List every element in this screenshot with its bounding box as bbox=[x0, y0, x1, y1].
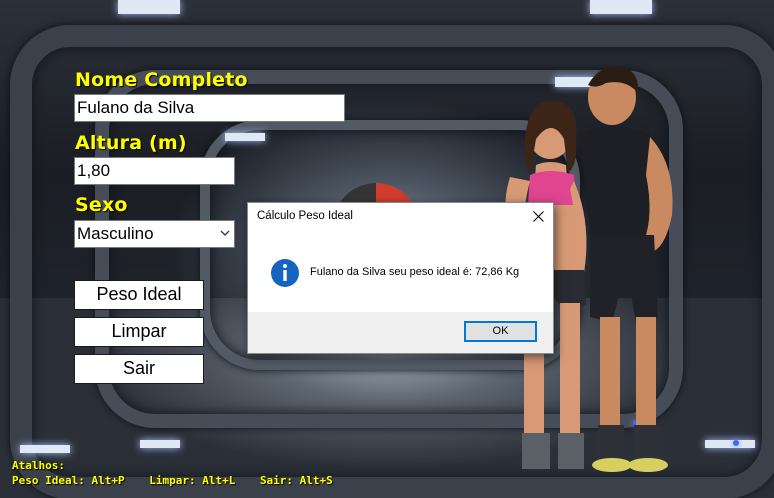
ceiling-light bbox=[225, 133, 265, 141]
sex-select[interactable]: Masculino bbox=[74, 220, 235, 248]
shortcut-clear: Limpar: Alt+L bbox=[149, 474, 236, 487]
shortcuts-title: Atalhos: bbox=[12, 459, 65, 472]
shortcuts-panel: Atalhos: Peso Ideal: Alt+P Limpar: Alt+L… bbox=[12, 458, 351, 488]
shortcuts-list: Peso Ideal: Alt+P Limpar: Alt+L Sair: Al… bbox=[12, 473, 351, 488]
info-icon bbox=[271, 259, 299, 287]
ceiling-light bbox=[118, 0, 180, 14]
dialog-footer: OK bbox=[248, 312, 553, 353]
height-input[interactable]: 1,80 bbox=[74, 157, 235, 185]
close-button[interactable] bbox=[523, 203, 553, 230]
blue-led bbox=[733, 440, 739, 446]
floor-light bbox=[140, 440, 180, 448]
floor-light bbox=[20, 445, 70, 453]
close-icon bbox=[533, 211, 544, 222]
sex-label: Sexo bbox=[75, 194, 128, 216]
name-input[interactable]: Fulano da Silva bbox=[74, 94, 345, 122]
shortcut-exit: Sair: Alt+S bbox=[259, 474, 333, 487]
exit-button[interactable]: Sair bbox=[74, 354, 204, 384]
ceiling-light bbox=[590, 0, 652, 14]
name-label: Nome Completo bbox=[75, 69, 248, 91]
ok-button[interactable]: OK bbox=[464, 321, 537, 342]
shortcut-ideal-weight: Peso Ideal: Alt+P bbox=[12, 474, 125, 487]
sex-select-value: Masculino bbox=[77, 224, 154, 243]
message-dialog: Cálculo Peso Ideal Fulano da Silva seu p… bbox=[247, 202, 554, 354]
dialog-titlebar[interactable]: Cálculo Peso Ideal bbox=[248, 203, 553, 230]
chevron-down-icon bbox=[220, 230, 230, 236]
clear-button[interactable]: Limpar bbox=[74, 317, 204, 347]
ideal-weight-button[interactable]: Peso Ideal bbox=[74, 280, 204, 310]
floor-light bbox=[705, 440, 755, 448]
height-label: Altura (m) bbox=[75, 132, 187, 154]
dialog-message: Fulano da Silva seu peso ideal é: 72,86 … bbox=[310, 266, 520, 278]
dialog-title: Cálculo Peso Ideal bbox=[257, 210, 353, 222]
